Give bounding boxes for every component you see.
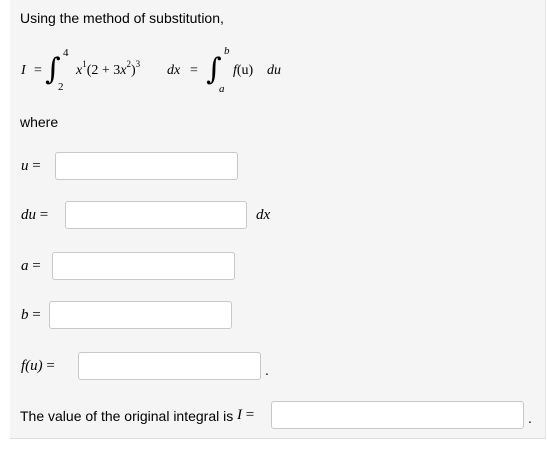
final-suffix-period: . [528, 410, 532, 426]
u-input[interactable] [55, 152, 238, 180]
final-answer-input[interactable] [271, 401, 524, 429]
final-answer-label: I = [237, 407, 255, 423]
where-label: where [20, 114, 59, 130]
upper-limit-1: 4 [63, 47, 69, 59]
equals-sign-1: = [34, 63, 42, 78]
upper-limit-2: b [224, 45, 230, 57]
integral-sign-2: ∫ [206, 52, 222, 87]
lower-limit-2: a [219, 83, 225, 95]
fu-label: f(u) = [21, 358, 55, 374]
fu-suffix-period: . [265, 362, 269, 378]
a-label: a = [21, 258, 41, 274]
b-input[interactable] [49, 301, 232, 329]
u-label: u = [21, 158, 41, 174]
integrand: x1(2 + 3x2)3 [76, 59, 141, 79]
du-input[interactable] [65, 201, 247, 229]
a-input[interactable] [52, 252, 235, 280]
lhs-variable: I [21, 63, 26, 78]
b-label: b = [21, 307, 41, 323]
du-symbol: du [267, 63, 281, 78]
final-answer-text: The value of the original integral is [20, 408, 234, 424]
lower-limit-1: 2 [58, 81, 64, 93]
equals-sign-2: = [190, 63, 198, 78]
fu-input[interactable] [78, 352, 261, 380]
dx-symbol: dx [167, 63, 181, 78]
rhs-function: f(u) [233, 63, 254, 78]
intro-text: Using the method of substitution, [20, 10, 224, 26]
du-suffix-dx: dx [256, 207, 271, 223]
du-label: du = [21, 207, 49, 223]
